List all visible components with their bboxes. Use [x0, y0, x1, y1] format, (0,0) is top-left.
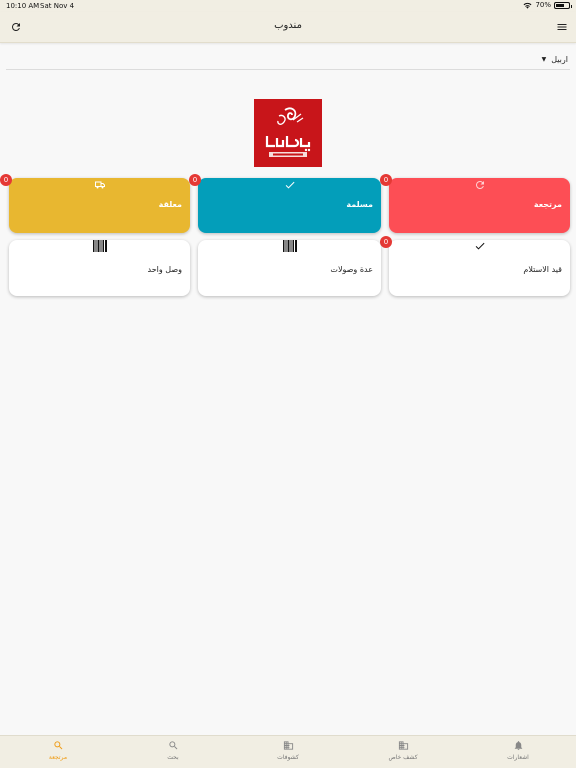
page-title: مندوب: [274, 20, 302, 31]
nav-item-returned[interactable]: مرتجعة: [28, 740, 88, 761]
pending-receipt-card-label: قيد الاستلام: [523, 265, 562, 274]
city-dropdown-value: اربيل: [551, 55, 568, 64]
delivery-truck-icon: [94, 181, 105, 189]
pending-receipt-count-badge: 0: [380, 236, 392, 248]
barcode-icon: [92, 240, 107, 252]
app-bar: مندوب: [0, 12, 576, 43]
delivered-card[interactable]: مسلمة: [198, 178, 381, 233]
nav-label-search: بحث: [167, 754, 179, 761]
battery-icon: [554, 1, 572, 9]
returned-card[interactable]: مرتجعة: [389, 178, 570, 233]
status-time: 10:10 AM: [6, 2, 40, 10]
returned-card-label: مرتجعة: [533, 200, 562, 209]
barcode-icon: [282, 240, 297, 252]
nav-item-statements[interactable]: كشوفات: [258, 740, 318, 761]
nav-item-my-statement[interactable]: كشف خاص: [373, 740, 433, 761]
wifi-icon: [524, 2, 532, 9]
nav-item-notifications[interactable]: اشعارات: [488, 740, 548, 761]
bell-icon: [514, 741, 522, 751]
nav-label-my-statement: كشف خاص: [388, 754, 418, 761]
multiple-receipts-card[interactable]: عدة وصولات: [198, 240, 381, 296]
multiple-receipts-card-label: عدة وصولات: [330, 265, 373, 274]
company-logo: [254, 99, 322, 167]
status-date: Sat Nov 4: [40, 2, 75, 10]
search-icon: [53, 741, 62, 750]
suspended-card[interactable]: معلقة: [9, 178, 190, 233]
suspended-card-label: معلقة: [158, 200, 182, 209]
nav-item-search[interactable]: بحث: [143, 740, 203, 761]
delivered-count-badge: 0: [189, 174, 201, 186]
pending-receipt-card[interactable]: قيد الاستلام: [389, 240, 570, 296]
battery-percent: 70%: [535, 1, 551, 9]
returned-count-badge: 0: [380, 174, 392, 186]
single-receipt-card[interactable]: وصل واحد: [9, 240, 190, 296]
checkmark-icon: [475, 242, 484, 250]
search-icon: [168, 741, 177, 750]
building-icon: [398, 741, 408, 750]
nav-label-notifications: اشعارات: [507, 754, 529, 761]
nav-label-returned: مرتجعة: [48, 754, 68, 761]
hamburger-menu-icon: [557, 24, 567, 30]
suspended-count-badge: 0: [0, 174, 12, 186]
nav-label-statements: كشوفات: [277, 754, 299, 761]
bottom-nav: اشعارات كشف خاص كشوفات بحث مرتجعة: [0, 735, 576, 768]
city-dropdown[interactable]: ▼ اربيل: [6, 50, 570, 70]
status-bar: 10:10 AM Sat Nov 4 70%: [0, 0, 576, 12]
building-icon: [283, 741, 293, 750]
caret-down-icon: ▼: [541, 56, 547, 63]
checkmark-icon: [285, 181, 294, 189]
refresh-icon: [475, 180, 484, 189]
delivered-card-label: مسلمة: [346, 200, 373, 209]
menu-button[interactable]: [554, 19, 570, 35]
single-receipt-card-label: وصل واحد: [147, 265, 183, 274]
